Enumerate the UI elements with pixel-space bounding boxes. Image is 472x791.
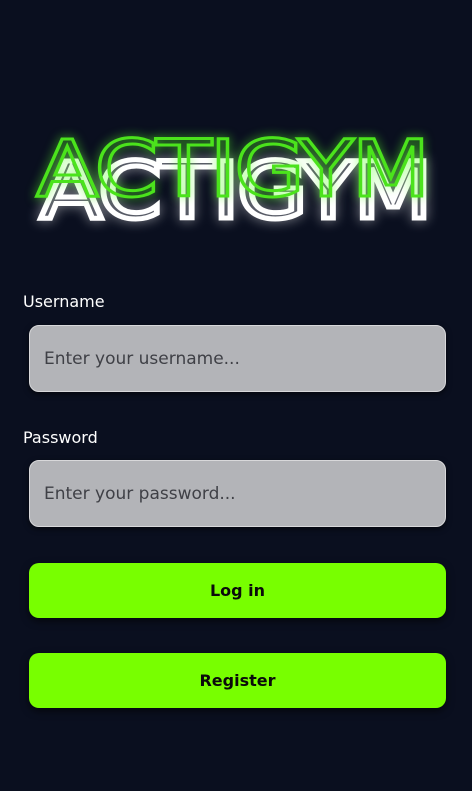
username-input[interactable]	[29, 325, 446, 392]
app-logo: ACTIGYM ACTIGYM	[30, 118, 442, 253]
login-screen: ACTIGYM ACTIGYM Username Password Log in…	[0, 0, 472, 791]
password-label: Password	[23, 428, 98, 447]
login-button[interactable]: Log in	[29, 563, 446, 618]
register-button[interactable]: Register	[29, 653, 446, 708]
logo-graphic: ACTIGYM ACTIGYM	[35, 124, 435, 240]
username-label: Username	[23, 292, 105, 311]
logo-text: ACTIGYM	[36, 125, 428, 215]
password-input[interactable]	[29, 460, 446, 527]
